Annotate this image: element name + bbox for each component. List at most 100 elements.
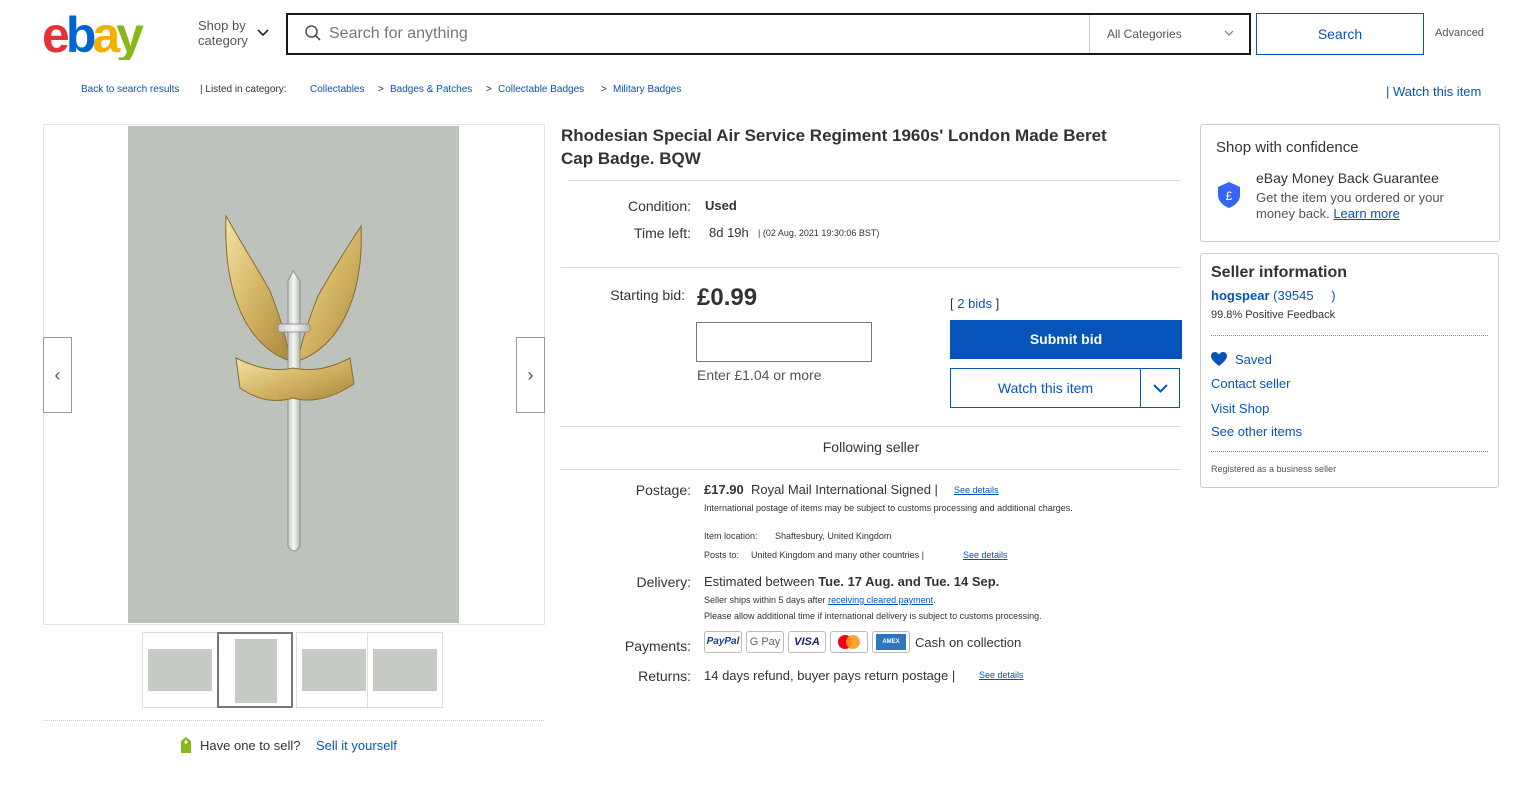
time-left-label: Time left: (633, 225, 691, 241)
time-left-value: 8d 19h (709, 225, 749, 240)
chevron-right-icon: › (527, 365, 534, 385)
bid-amount-input[interactable] (696, 322, 872, 362)
postage-label: Postage: (635, 482, 691, 498)
learn-more-link[interactable]: Learn more (1333, 206, 1399, 221)
divider (561, 267, 1181, 268)
seller-name-row: hogspear (39545 ) (1211, 288, 1336, 303)
returns-see-details-link[interactable]: See details (979, 670, 1024, 680)
have-one-to-sell-label: Have one to sell? (200, 738, 301, 753)
postage-see-details-link[interactable]: See details (954, 485, 999, 495)
svg-text:£: £ (1226, 189, 1233, 203)
chevron-down-icon[interactable] (256, 26, 270, 40)
search-button[interactable]: Search (1256, 13, 1424, 55)
price-tag-icon (181, 737, 191, 753)
see-other-items-link[interactable]: See other items (1211, 424, 1302, 439)
money-back-guarantee-desc: Get the item you ordered or your money b… (1256, 190, 1476, 222)
postage-service: Royal Mail International Signed | (751, 482, 938, 497)
breadcrumb-item-collectable-badges[interactable]: Collectable Badges (498, 84, 584, 95)
delivery-prefix: Estimated between (704, 574, 815, 589)
posts-to-see-details-link[interactable]: See details (963, 550, 1008, 560)
money-back-guarantee-title: eBay Money Back Guarantee (1256, 170, 1439, 186)
breadcrumb-item-collectables[interactable]: Collectables (310, 84, 364, 95)
watch-item-button[interactable]: Watch this item (951, 369, 1140, 407)
seller-information-title: Seller information (1211, 264, 1348, 281)
mastercard-logo (838, 635, 860, 649)
shop-by-category[interactable]: Shop by category (198, 18, 248, 48)
saved-seller-link[interactable]: Saved (1235, 352, 1272, 367)
seller-ships-note: Seller ships within 5 days after receivi… (704, 595, 936, 605)
posts-to-label: Posts to: (704, 550, 740, 560)
item-title-line1: Rhodesian Special Air Service Regiment 1… (561, 126, 1107, 145)
feedback-score-link[interactable]: (39545 (1273, 288, 1313, 303)
divider (561, 469, 1181, 470)
heart-icon[interactable] (1211, 352, 1227, 367)
cash-on-collection: Cash on collection (915, 635, 1022, 650)
contact-seller-link[interactable]: Contact seller (1211, 376, 1290, 391)
condition-label: Condition: (627, 198, 691, 214)
bid-bracket-close: ] (995, 296, 1000, 311)
chevron-down-icon (1153, 384, 1168, 393)
seller-username-link[interactable]: hogspear (1211, 288, 1270, 303)
amex-logo: AMEX (876, 634, 906, 650)
advanced-search-link[interactable]: Advanced (1435, 27, 1484, 39)
shop-by-line1: Shop by (198, 18, 246, 33)
sell-it-yourself-link[interactable]: Sell it yourself (316, 738, 397, 753)
returns-label: Returns: (638, 668, 691, 684)
thumbnail-3[interactable] (296, 632, 372, 708)
item-location-label: Item location: (704, 531, 758, 541)
thumbnail-4[interactable] (367, 632, 443, 708)
mastercard-icon (830, 631, 868, 653)
paypal-icon: PayPal (704, 631, 742, 653)
watch-item-button-group: Watch this item (950, 368, 1180, 408)
google-pay-icon: G Pay (746, 631, 784, 653)
previous-image-button[interactable]: ‹ (43, 337, 72, 413)
bid-count: [ 2 bids ] (950, 296, 999, 311)
delivery-range: Tue. 17 Aug. and Tue. 14 Sep. (818, 574, 1000, 589)
breadcrumb-separator: > (486, 84, 492, 95)
ships-within-end: . (933, 595, 936, 605)
watch-item-top-link[interactable]: | Watch this item (1386, 84, 1481, 99)
postage-price: £17.90 (704, 482, 744, 497)
svg-text:ebay: ebay (42, 8, 144, 60)
visit-shop-link[interactable]: Visit Shop (1211, 401, 1269, 416)
bid-count-link[interactable]: 2 bids (957, 296, 992, 311)
feedback-close: ) (1331, 288, 1336, 303)
beret-badge-illustration (225, 214, 362, 552)
returns-value: 14 days refund, buyer pays return postag… (704, 668, 956, 683)
next-image-button[interactable]: › (516, 337, 545, 413)
watch-options-button[interactable] (1140, 369, 1179, 407)
shop-by-line2: category (198, 33, 248, 48)
customs-note: Please allow additional time if internat… (704, 611, 1042, 621)
chevron-left-icon: ‹ (54, 365, 61, 385)
bid-bracket-open: [ (950, 296, 954, 311)
ebay-logo[interactable]: ebay (42, 8, 162, 60)
submit-bid-button[interactable]: Submit bid (950, 320, 1182, 359)
listed-in-label: | Listed in category: (200, 84, 287, 95)
ships-within-text: Seller ships within 5 days after (704, 595, 826, 605)
posts-to: United Kingdom and many other countries … (751, 550, 924, 560)
money-back-shield-icon: £ (1218, 182, 1240, 208)
chevron-down-icon (1224, 30, 1234, 36)
min-bid-hint: Enter £1.04 or more (697, 367, 822, 383)
divider (1211, 335, 1488, 336)
main-product-image[interactable] (128, 126, 459, 623)
divider (43, 720, 544, 721)
item-location: Shaftesbury, United Kingdom (775, 531, 892, 541)
thumbnail-1[interactable] (142, 632, 218, 708)
positive-feedback: 99.8% Positive Feedback (1211, 309, 1336, 321)
cleared-payment-link[interactable]: receiving cleared payment (828, 595, 933, 605)
search-input[interactable] (329, 22, 1069, 46)
end-date: | (02 Aug, 2021 19:30:06 BST) (758, 228, 880, 238)
payments-label: Payments: (624, 638, 691, 654)
delivery-label: Delivery: (636, 574, 691, 590)
breadcrumb-item-badges-patches[interactable]: Badges & Patches (390, 84, 472, 95)
condition-value: Used (705, 198, 737, 213)
back-to-search-link[interactable]: Back to search results (81, 84, 179, 95)
delivery-estimate: Estimated between Tue. 17 Aug. and Tue. … (704, 574, 999, 589)
shop-with-confidence-title: Shop with confidence (1216, 139, 1359, 156)
divider (568, 180, 1180, 181)
following-seller-button[interactable]: Following seller (561, 439, 1181, 455)
divider (561, 426, 1181, 427)
thumbnail-2[interactable] (217, 632, 293, 708)
breadcrumb-item-military-badges[interactable]: Military Badges (613, 84, 681, 95)
